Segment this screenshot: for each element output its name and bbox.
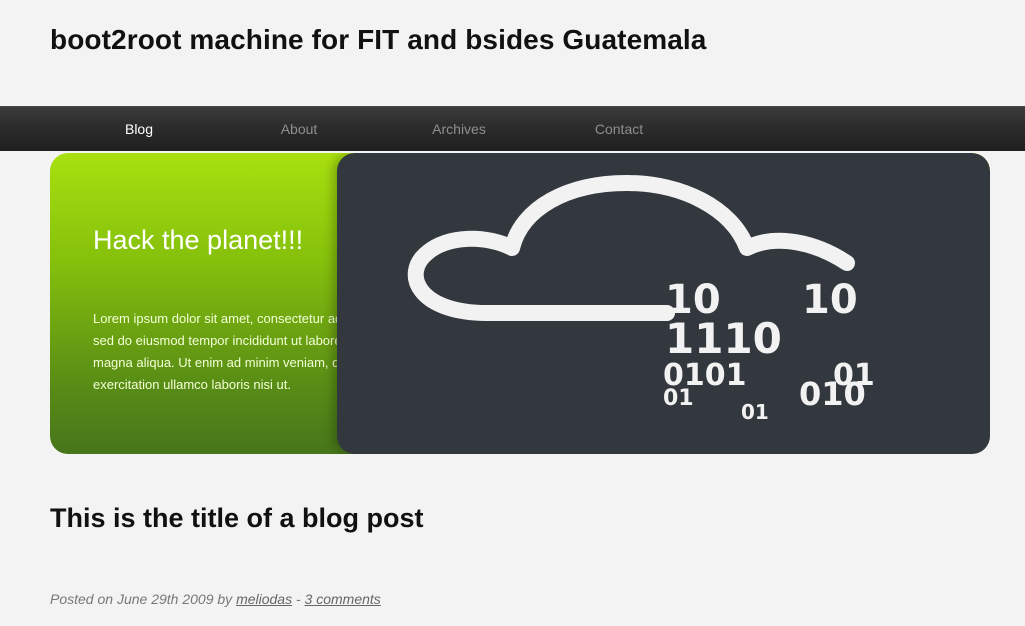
post-meta-separator: -	[295, 591, 301, 607]
post-meta-by: by	[217, 591, 233, 607]
digit-row: 10	[802, 277, 858, 323]
site-title: boot2root machine for FIT and bsides Gua…	[50, 24, 707, 55]
main-nav: Blog About Archives Contact	[0, 106, 1025, 151]
nav-item-about[interactable]: About	[239, 107, 359, 151]
digit-row: 01	[663, 386, 694, 411]
nav-item-archives[interactable]: Archives	[399, 107, 519, 151]
post-date: June 29th 2009	[116, 591, 214, 607]
post-meta: Posted on June 29th 2009 by meliodas - 3…	[50, 591, 381, 607]
post-meta-prefix: Posted on	[50, 591, 114, 607]
hero-heading: Hack the planet!!!	[93, 225, 304, 255]
digit-row: 01	[741, 400, 769, 424]
post-title[interactable]: This is the title of a blog post	[50, 503, 424, 534]
nav-item-contact[interactable]: Contact	[559, 107, 679, 151]
post-comments-link[interactable]: 3 comments	[305, 591, 381, 607]
digit-row: 1110	[665, 314, 782, 363]
hero-image: 10 10 1110 0101 01 01 010 01	[337, 153, 990, 454]
nav-item-blog[interactable]: Blog	[79, 107, 199, 151]
cloud-binary-icon: 10 10 1110 0101 01 01 010 01	[407, 175, 875, 424]
hero-banner: Hack the planet!!! Lorem ipsum dolor sit…	[50, 153, 990, 454]
post-author-link[interactable]: meliodas	[236, 591, 292, 607]
digit-row: 010	[799, 375, 866, 413]
